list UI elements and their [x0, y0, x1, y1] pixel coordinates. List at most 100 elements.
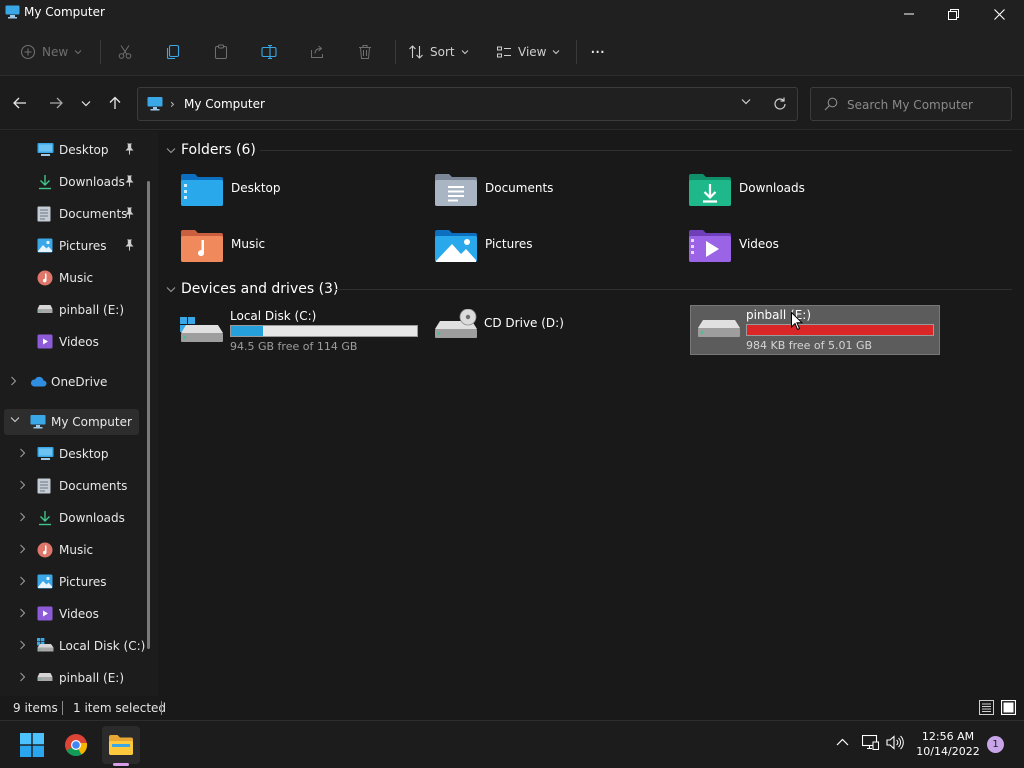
share-button[interactable] [309, 40, 325, 64]
tiles-view-icon[interactable] [1001, 700, 1016, 715]
sidebar-scrollbar[interactable] [147, 181, 150, 649]
pin-icon[interactable] [124, 207, 135, 219]
sort-icon [408, 44, 424, 60]
sidebar-item-music[interactable]: Music [4, 537, 139, 563]
sidebar-item-label: Pictures [59, 575, 107, 589]
notification-badge[interactable]: 1 [987, 736, 1004, 753]
scissors-icon [117, 44, 133, 60]
pin-icon[interactable] [124, 175, 135, 187]
video-icon [37, 606, 53, 621]
local-disk-icon [37, 638, 54, 652]
sidebar-item-onedrive[interactable]: OneDrive [4, 369, 139, 395]
folder-tile-pictures[interactable]: Pictures [434, 229, 674, 273]
up-button[interactable] [105, 92, 125, 114]
desktop-icon [37, 446, 54, 461]
chrome-taskbar-button[interactable] [57, 726, 95, 764]
chevron-right-icon[interactable] [19, 512, 26, 522]
sidebar-item-pinball-e[interactable]: pinball (E:) [4, 665, 139, 691]
network-icon[interactable] [862, 735, 879, 750]
chevron-up-icon[interactable] [836, 738, 849, 746]
start-button[interactable] [13, 726, 51, 764]
chevron-down-icon[interactable] [10, 416, 20, 423]
sidebar-item-documents[interactable]: Documents [4, 201, 139, 227]
rename-button[interactable] [261, 40, 278, 64]
drive-tile-cd-drive-d[interactable]: CD Drive (D:) [434, 307, 684, 357]
chevron-right-icon[interactable] [19, 576, 26, 586]
drive-tile-pinball-e[interactable]: pinball (E:) 984 KB free of 5.01 GB [690, 305, 940, 355]
chevron-down-icon [552, 49, 560, 55]
sidebar-item-music[interactable]: Music [4, 265, 139, 291]
section-divider [260, 150, 1012, 151]
chevron-right-icon[interactable] [19, 544, 26, 554]
music-folder-icon [180, 229, 224, 263]
sidebar-item-downloads[interactable]: Downloads [4, 505, 139, 531]
sidebar-item-my-computer[interactable]: My Computer [4, 409, 139, 435]
folder-tile-documents[interactable]: Documents [434, 173, 674, 217]
folder-label: Pictures [485, 237, 533, 251]
sidebar-item-downloads[interactable]: Downloads [4, 169, 139, 195]
minimize-button[interactable] [886, 0, 932, 28]
back-button[interactable] [10, 92, 30, 114]
copy-button[interactable] [165, 40, 181, 64]
cut-button[interactable] [117, 40, 133, 64]
more-options-button[interactable]: ··· [590, 40, 605, 64]
breadcrumb-my-computer[interactable]: My Computer [184, 97, 265, 111]
folder-tile-music[interactable]: Music [180, 229, 420, 273]
chevron-right-icon[interactable] [19, 480, 26, 490]
chevron-down-icon[interactable] [741, 98, 751, 105]
chevron-down-icon [81, 100, 91, 107]
sidebar-item-pinball-e[interactable]: pinball (E:) [4, 297, 139, 323]
view-list-icon [496, 44, 512, 60]
clock-date: 10/14/2022 [916, 745, 980, 758]
paste-button[interactable] [213, 40, 229, 64]
sidebar-item-desktop[interactable]: Desktop [4, 137, 139, 163]
selection-count: 1 item selected [73, 701, 167, 715]
refresh-icon[interactable] [773, 97, 787, 111]
sidebar-item-videos[interactable]: Videos [4, 601, 139, 627]
address-bar[interactable]: › My Computer [137, 87, 798, 121]
search-input[interactable] [847, 95, 1007, 115]
file-explorer-taskbar-button[interactable] [102, 726, 140, 764]
folder-tile-downloads[interactable]: Downloads [688, 173, 928, 217]
trash-icon [357, 44, 373, 60]
drives-section-header[interactable]: Devices and drives (3) [166, 278, 338, 300]
view-button[interactable]: View [496, 40, 560, 64]
sidebar-item-videos[interactable]: Videos [4, 329, 139, 355]
close-button[interactable] [976, 0, 1022, 28]
sidebar-item-local-disk-c[interactable]: Local Disk (C:) [4, 633, 145, 659]
status-bar: 9 items 1 item selected [0, 696, 1024, 720]
sort-button[interactable]: Sort [408, 40, 469, 64]
delete-button[interactable] [357, 40, 373, 64]
sidebar-item-label: My Computer [51, 415, 132, 429]
search-box[interactable] [810, 87, 1012, 121]
pin-icon[interactable] [124, 239, 135, 251]
drives-header-label: Devices and drives (3) [181, 281, 339, 297]
new-button[interactable]: New [20, 40, 82, 64]
chevron-right-icon[interactable] [19, 672, 26, 682]
sidebar-item-label: pinball (E:) [59, 671, 124, 685]
sidebar-item-pictures[interactable]: Pictures [4, 569, 139, 595]
restore-button[interactable] [930, 0, 976, 28]
chevron-right-icon[interactable] [10, 376, 17, 386]
folder-tile-desktop[interactable]: Desktop [180, 173, 420, 217]
sidebar-item-documents[interactable]: Documents [4, 473, 139, 499]
folders-section-header[interactable]: Folders (6) [166, 139, 256, 161]
folder-tile-videos[interactable]: Videos [688, 229, 928, 273]
details-view-icon[interactable] [979, 700, 994, 715]
drive-tile-local-disk-c[interactable]: Local Disk (C:) 94.5 GB free of 114 GB [180, 307, 430, 357]
drive-usage-fill [747, 325, 933, 335]
sidebar-item-label: Local Disk (C:) [59, 639, 146, 653]
sidebar-item-pictures[interactable]: Pictures [4, 233, 139, 259]
chevron-right-icon[interactable] [19, 640, 26, 650]
volume-icon[interactable] [886, 735, 904, 750]
computer-icon [147, 96, 163, 111]
sidebar-item-desktop[interactable]: Desktop [4, 441, 139, 467]
chevron-right-icon[interactable] [19, 448, 26, 458]
pin-icon[interactable] [124, 143, 135, 155]
download-icon [37, 174, 53, 190]
recent-locations-button[interactable] [76, 92, 96, 114]
clock[interactable]: 12:56 AM 10/14/2022 [912, 729, 984, 759]
forward-button[interactable] [46, 92, 66, 114]
chevron-right-icon[interactable] [19, 608, 26, 618]
sidebar-item-label: Music [59, 271, 94, 285]
